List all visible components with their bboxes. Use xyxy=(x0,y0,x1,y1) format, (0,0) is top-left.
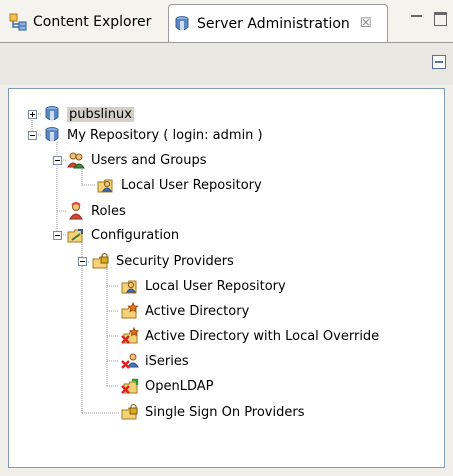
configuration-folder-icon xyxy=(67,226,85,244)
server-admin-icon xyxy=(173,15,191,33)
server-icon xyxy=(43,126,61,144)
tree-item-provider-local-user-repository[interactable]: Local User Repository xyxy=(121,276,286,296)
tree-item-users-and-groups[interactable]: Users and Groups xyxy=(67,150,206,170)
tree-item-label: My Repository ( login: admin ) xyxy=(67,127,263,143)
tree-item-label: Security Providers xyxy=(116,253,234,269)
tree-item-single-sign-on-providers[interactable]: Single Sign On Providers xyxy=(121,402,305,422)
collapse-all-icon[interactable] xyxy=(432,55,446,69)
security-folder-icon xyxy=(92,252,110,270)
tree-item-label: Active Directory xyxy=(145,303,250,319)
directory-star-disabled-icon xyxy=(121,326,140,345)
user-repository-folder-icon xyxy=(97,176,115,194)
collapse-toggle[interactable] xyxy=(53,156,62,165)
window-controls xyxy=(411,12,447,26)
server-tree: pubslinux My Repository ( login: admin )… xyxy=(8,88,445,468)
collapse-toggle[interactable] xyxy=(28,131,37,140)
tree-item-label: Local User Repository xyxy=(145,278,286,294)
close-icon[interactable]: ☒ xyxy=(360,16,372,31)
tree-item-provider-active-directory[interactable]: Active Directory xyxy=(121,301,249,321)
tree-item-label: OpenLDAP xyxy=(145,378,214,394)
tree-item-local-user-repository[interactable]: Local User Repository xyxy=(97,175,262,195)
view-toolbar xyxy=(0,42,453,85)
minimize-icon[interactable] xyxy=(411,15,422,25)
tree-item-configuration[interactable]: Configuration xyxy=(67,225,179,245)
users-groups-icon xyxy=(67,151,85,169)
collapse-toggle[interactable] xyxy=(78,257,87,266)
tab-label: Server Administration xyxy=(197,15,350,32)
tree-item-my-repository[interactable]: My Repository ( login: admin ) xyxy=(43,125,263,145)
directory-star-folder-icon xyxy=(121,301,139,320)
security-folder-icon xyxy=(121,403,139,421)
maximize-icon[interactable] xyxy=(434,12,447,26)
tree-item-label: Active Directory with Local Override xyxy=(145,328,380,344)
tree-item-pubslinux[interactable]: pubslinux xyxy=(43,104,134,124)
iseries-disabled-icon xyxy=(121,352,139,370)
tree-item-label: Roles xyxy=(91,203,126,219)
tree-item-label: pubslinux xyxy=(67,106,134,122)
tree-item-provider-iseries[interactable]: iSeries xyxy=(121,351,189,371)
collapse-toggle[interactable] xyxy=(53,231,62,240)
tree-item-security-providers[interactable]: Security Providers xyxy=(92,251,234,271)
tree-item-provider-active-directory-local-override[interactable]: Active Directory with Local Override xyxy=(121,326,379,346)
tree-item-label: Users and Groups xyxy=(91,152,207,168)
tab-server-administration[interactable]: Server Administration ☒ xyxy=(168,4,388,42)
editor-tab-bar: Content Explorer Server Administration ☒ xyxy=(0,0,453,42)
expand-toggle[interactable] xyxy=(28,110,37,119)
tab-content-explorer[interactable]: Content Explorer xyxy=(3,6,168,38)
roles-icon xyxy=(67,202,85,220)
openldap-disabled-icon xyxy=(121,377,139,395)
tree-item-label: Configuration xyxy=(91,227,180,243)
content-explorer-icon xyxy=(9,13,27,31)
tree-item-label: Single Sign On Providers xyxy=(145,404,305,420)
tree-item-provider-openldap[interactable]: OpenLDAP xyxy=(121,376,213,396)
server-icon xyxy=(43,105,61,123)
user-repository-folder-icon xyxy=(121,277,139,295)
tab-label: Content Explorer xyxy=(33,14,152,30)
tree-item-roles[interactable]: Roles xyxy=(67,201,126,221)
tree-item-label: iSeries xyxy=(145,353,189,369)
tree-item-label: Local User Repository xyxy=(121,177,262,193)
